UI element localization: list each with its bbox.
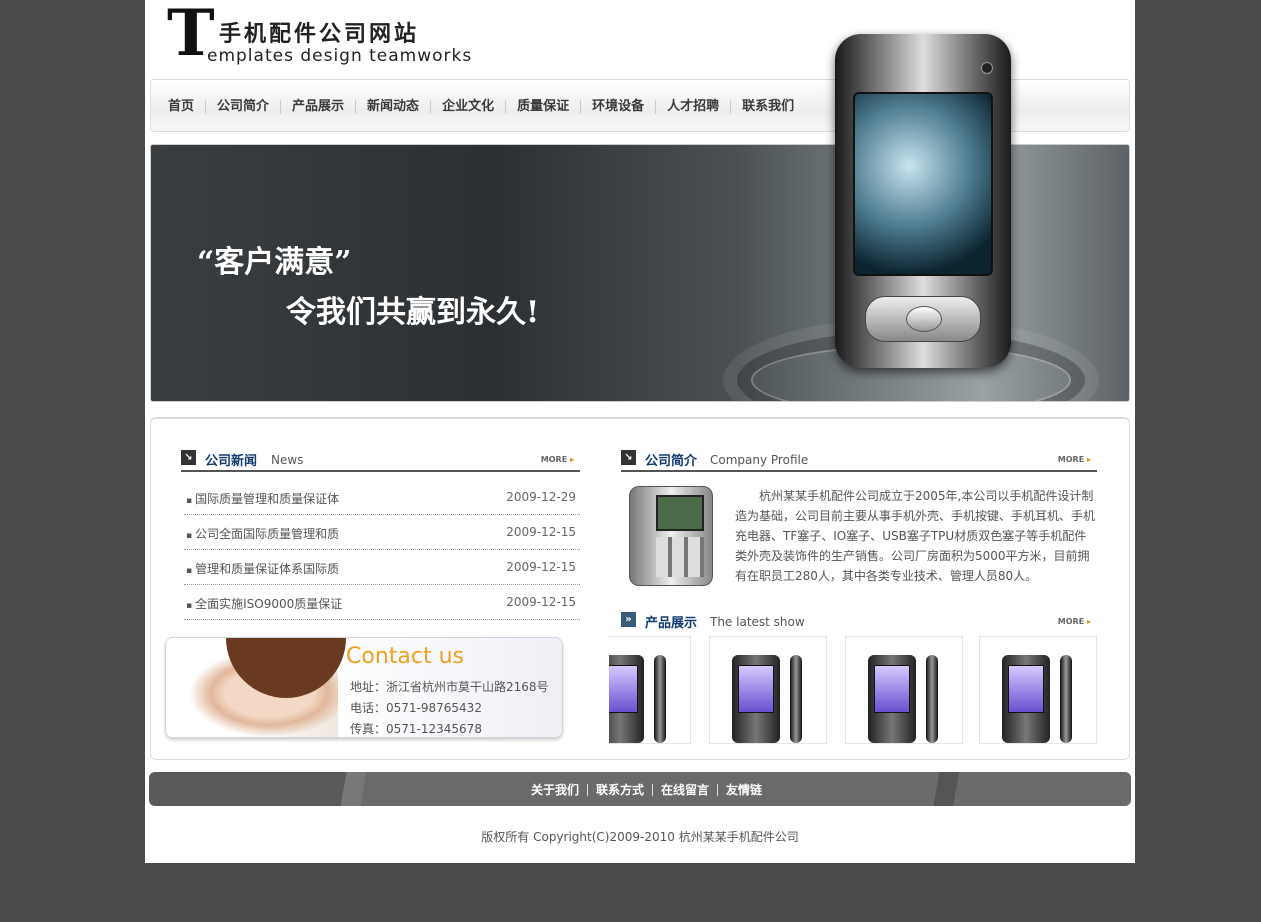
footer-link-contact[interactable]: 联系方式 xyxy=(588,784,654,796)
list-item[interactable]: 公司全面国际质量管理和质2009-12-15 xyxy=(184,515,580,550)
products-header: » 产品展示 The latest show MORE ▸ xyxy=(621,612,1097,634)
product-carousel xyxy=(609,636,1099,744)
product-card[interactable] xyxy=(609,636,691,744)
news-list: 国际质量管理和质量保证体2009-12-29 公司全面国际质量管理和质2009-… xyxy=(184,480,580,620)
products-title: 产品展示 xyxy=(645,616,698,631)
about-text: 杭州某某手机配件公司成立于2005年,本公司以手机配件设计制造为基础，公司目前主… xyxy=(735,489,1096,583)
news-header: ↘ 公司新闻 News MORE ▸ xyxy=(181,450,580,472)
contact-fax: 传真：0571-12345678 xyxy=(350,722,482,736)
footer-link-about[interactable]: 关于我们 xyxy=(523,784,589,796)
about-title-en: Company Profile xyxy=(710,453,809,467)
news-title: 公司新闻 xyxy=(205,454,258,469)
product-card[interactable] xyxy=(979,636,1097,744)
arrow-icon: ↘ xyxy=(181,450,196,465)
product-card[interactable] xyxy=(709,636,827,744)
contact-phone: 电话：0571-98765432 xyxy=(350,701,482,715)
list-item[interactable]: 管理和质量保证体系国际质2009-12-15 xyxy=(184,550,580,585)
about-header: ↘ 公司简介 Company Profile MORE ▸ xyxy=(621,450,1097,472)
contact-address: 地址：浙江省杭州市莫干山路2168号 xyxy=(350,680,549,694)
footer-link-message[interactable]: 在线留言 xyxy=(653,784,719,796)
telephone-image xyxy=(629,486,713,586)
product-card[interactable] xyxy=(845,636,963,744)
double-arrow-icon: » xyxy=(621,612,636,627)
news-more-link[interactable]: MORE ▸ xyxy=(541,455,574,464)
footer-nav: 关于我们 联系方式 在线留言 友情链 xyxy=(149,772,1131,806)
contact-title: Contact us xyxy=(346,644,464,669)
about-title: 公司简介 xyxy=(645,454,698,469)
list-item[interactable]: 国际质量管理和质量保证体2009-12-29 xyxy=(184,480,580,515)
arrow-icon: ↘ xyxy=(621,450,636,465)
about-more-link[interactable]: MORE ▸ xyxy=(1058,455,1091,464)
content-layer: ↘ 公司新闻 News MORE ▸ 国际质量管理和质量保证体2009-12-2… xyxy=(145,0,1135,863)
products-title-en: The latest show xyxy=(710,615,805,629)
footer-link-friends[interactable]: 友情链 xyxy=(718,784,770,796)
list-item[interactable]: 全面实施ISO9000质量保证2009-12-15 xyxy=(184,585,580,620)
products-more-link[interactable]: MORE ▸ xyxy=(1058,617,1091,626)
copyright: 版权所有 Copyright(C)2009-2010 杭州某某手机配件公司 xyxy=(481,830,799,844)
contact-card: Contact us 地址：浙江省杭州市莫干山路2168号 电话：0571-98… xyxy=(165,637,563,738)
news-title-en: News xyxy=(271,453,304,467)
